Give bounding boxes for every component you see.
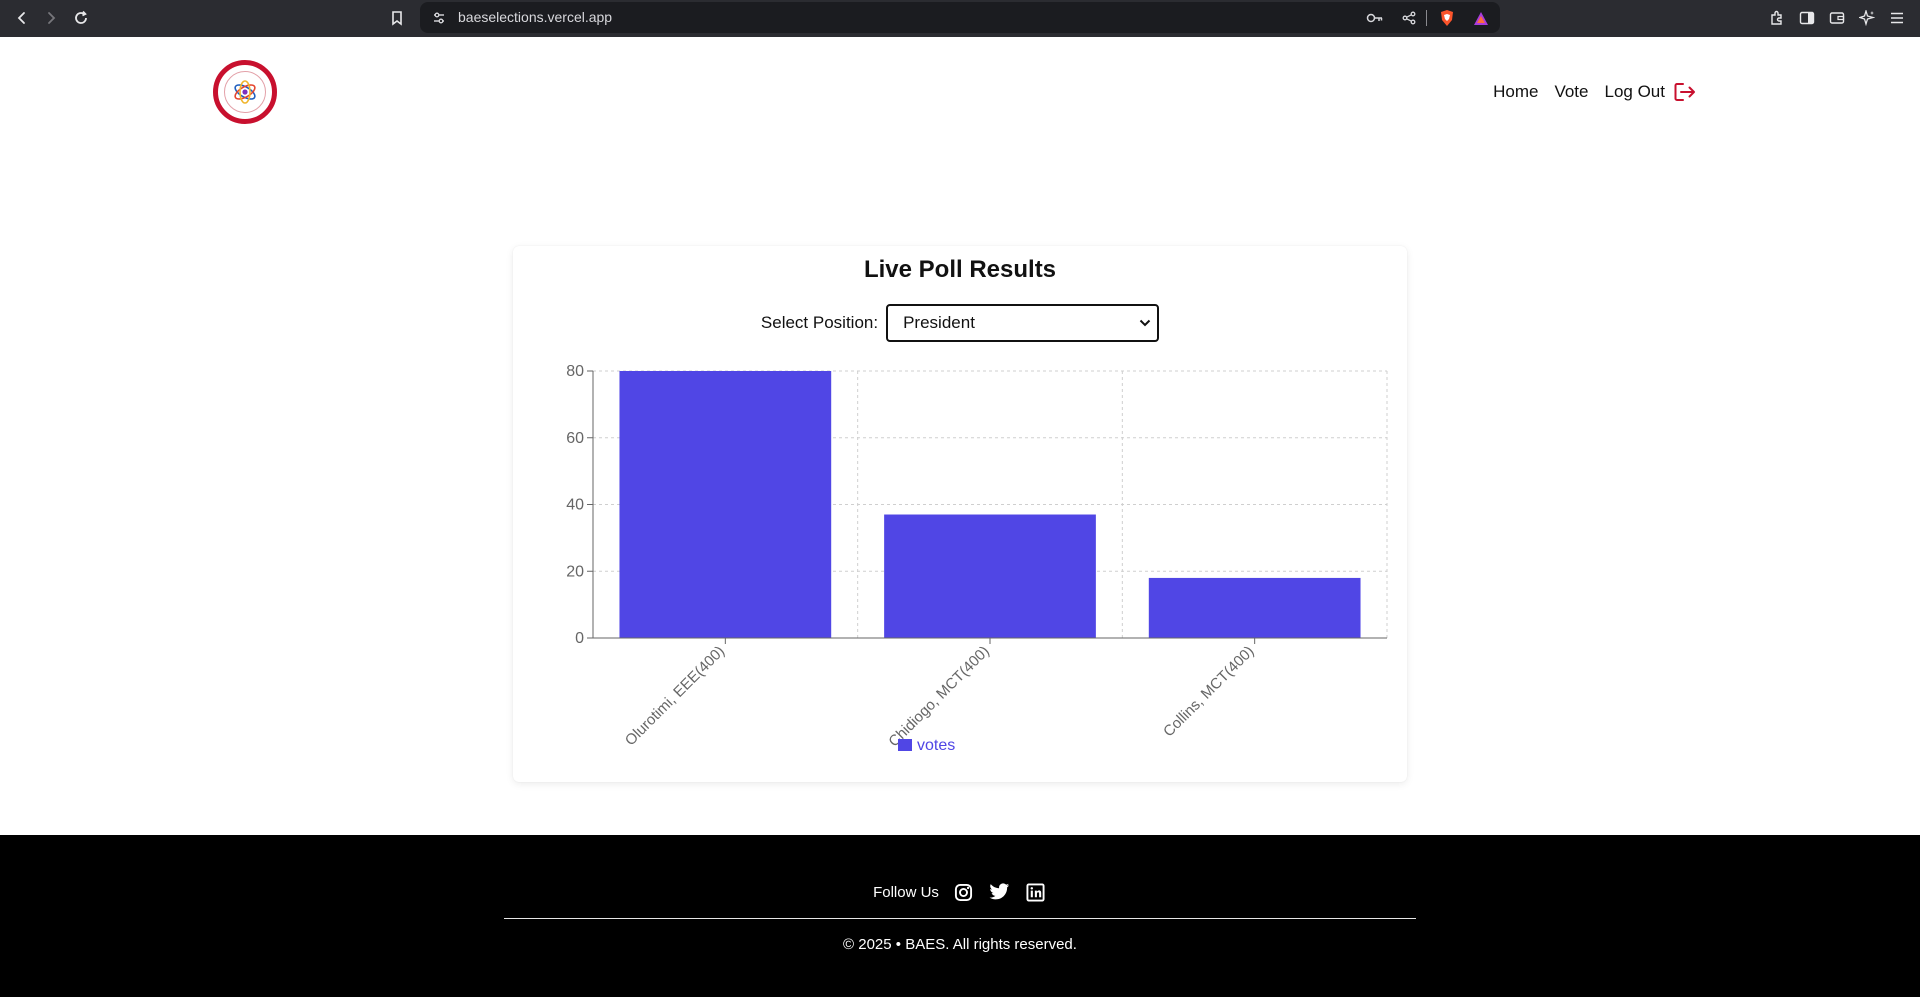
key-icon[interactable] [1364, 7, 1386, 29]
x-tick-label: Collins, MCT(400) [1160, 643, 1257, 740]
poll-results-card: 0 20 40 60 80 Olurotimi, EEE(400) Chidiogo, MC… [513, 246, 1407, 782]
legend-swatch [898, 739, 912, 751]
menu-icon[interactable] [1884, 5, 1910, 31]
extensions-icon[interactable] [1764, 5, 1790, 31]
y-tick-label: 20 [566, 563, 584, 580]
toolbar-divider [1426, 10, 1427, 26]
nav-home-link[interactable]: Home [1493, 82, 1538, 102]
footer-divider [504, 918, 1416, 919]
x-tick-label: Chidiogo, MCT(400) [885, 643, 993, 751]
site-footer: Follow Us © 2025 • BAES. All rights rese… [0, 835, 1920, 997]
follow-us-label: Follow Us [873, 883, 939, 901]
leo-ai-icon[interactable] [1854, 5, 1880, 31]
nav-vote-link[interactable]: Vote [1554, 82, 1588, 102]
logo-emblem [224, 71, 266, 113]
sidebar-icon[interactable] [1794, 5, 1820, 31]
reload-icon[interactable] [68, 5, 94, 31]
chart-bar [884, 514, 1096, 638]
y-tick-label: 80 [566, 363, 584, 380]
x-tick-label: Olurotimi, EEE(400) [622, 643, 728, 749]
instagram-icon[interactable] [953, 881, 975, 903]
brave-shield-icon[interactable] [1436, 7, 1458, 29]
position-select[interactable]: President [886, 304, 1160, 342]
chart-bar [1148, 577, 1361, 638]
brave-rewards-icon[interactable] [1470, 7, 1492, 29]
site-logo[interactable] [213, 60, 277, 124]
forward-icon[interactable] [38, 5, 64, 31]
poll-title: Live Poll Results [863, 256, 1057, 283]
select-position-label: Select Position: [760, 313, 879, 332]
follow-us-row: Follow Us [0, 881, 1920, 903]
address-bar[interactable]: baeselections.vercel.app [420, 2, 1500, 33]
site-settings-icon[interactable] [428, 7, 450, 29]
bookmark-icon[interactable] [384, 5, 410, 31]
url-text[interactable]: baeselections.vercel.app [458, 9, 612, 25]
copyright-text: © 2025 • BAES. All rights reserved. [843, 936, 1077, 953]
twitter-icon[interactable] [989, 881, 1011, 903]
back-icon[interactable] [9, 5, 35, 31]
chart-bar [619, 371, 832, 638]
y-tick-label: 40 [566, 497, 584, 514]
wallet-icon[interactable] [1824, 5, 1850, 31]
share-icon[interactable] [1398, 7, 1420, 29]
y-tick-label: 0 [575, 630, 584, 647]
logout-icon [1674, 83, 1695, 101]
position-select-row: Select Position: President [513, 304, 1407, 342]
chevron-down-icon [1139, 319, 1151, 327]
logout-label: Log Out [1604, 82, 1666, 101]
selected-position: President [903, 313, 975, 332]
linkedin-icon[interactable] [1025, 881, 1047, 903]
browser-toolbar: baeselections.vercel.app [0, 0, 1920, 37]
main-nav: Home Vote Log Out [1493, 82, 1696, 102]
logout-link[interactable]: Log Out [1605, 82, 1697, 102]
legend-label: votes [917, 737, 955, 754]
logo-icon [234, 80, 256, 104]
y-tick-label: 60 [566, 430, 584, 447]
